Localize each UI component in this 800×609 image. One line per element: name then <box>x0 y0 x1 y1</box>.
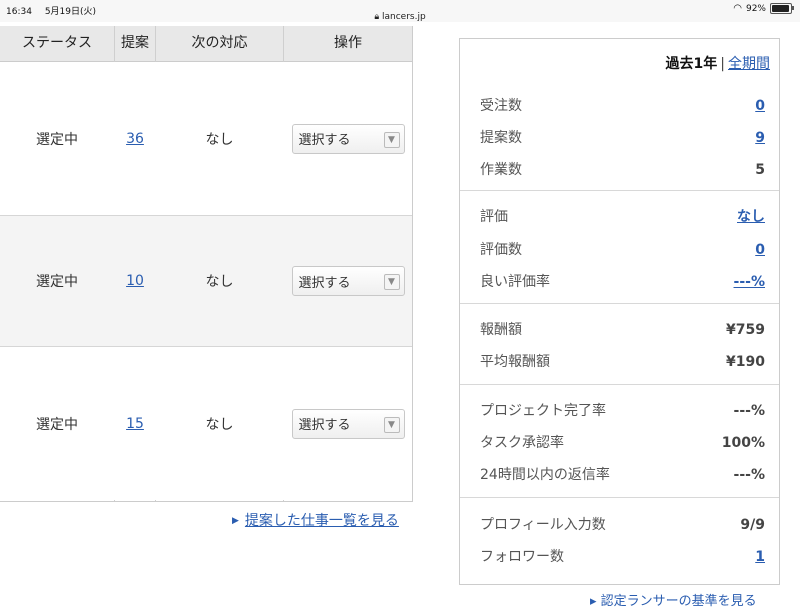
stat-value: 9/9 <box>740 517 765 533</box>
proposal-count-link[interactable]: 10 <box>126 273 144 289</box>
stat-row: 報酬額 ¥759 <box>480 320 765 340</box>
stat-label: 評価 <box>480 209 508 225</box>
triangle-right-icon: ▶ <box>232 516 239 526</box>
stat-row: 平均報酬額 ¥190 <box>480 352 765 372</box>
battery-percent: 92% <box>745 3 766 14</box>
header-operation: 操作 <box>334 35 362 51</box>
period-switcher: 過去1年 | 全期間 <box>666 53 770 73</box>
stats-group-ratings: 評価 なし 評価数 0 良い評価率 ---% <box>460 190 779 303</box>
stat-row: 作業数 5 <box>480 160 765 180</box>
stat-label: 良い評価率 <box>480 274 550 290</box>
proposal-count-link[interactable]: 36 <box>126 131 144 147</box>
header-next-action: 次の対応 <box>191 35 248 51</box>
chevron-down-icon: ▼ <box>383 416 400 433</box>
stats-group-orders: 受注数 0 提案数 9 作業数 5 <box>460 85 779 189</box>
period-all-link[interactable]: 全期間 <box>728 56 770 72</box>
stat-row: 評価 なし <box>480 207 765 227</box>
address-bar[interactable]: 🔒︎ lancers.jp <box>0 12 800 22</box>
stat-label: フォロワー数 <box>480 549 564 565</box>
stats-group-earnings: 報酬額 ¥759 平均報酬額 ¥190 <box>460 303 779 384</box>
stat-value: ---% <box>733 403 765 419</box>
period-separator: | <box>720 56 725 72</box>
next-action-cell: なし <box>205 274 234 290</box>
table-header: ステータス 提案 次の対応 操作 <box>0 26 412 62</box>
table-row: 選定中 36 なし 選択する ▼ <box>0 62 412 216</box>
stat-value-link[interactable]: 9 <box>755 128 765 148</box>
battery-fill <box>772 5 789 12</box>
status-cell: 選定中 <box>36 131 78 148</box>
table-row: 選定中 15 なし 選択する ▼ <box>0 347 412 500</box>
stats-panel: 過去1年 | 全期間 受注数 0 提案数 9 作業数 5 評価 なし 評価数 0 良… <box>459 38 780 585</box>
action-select-value: 選択する <box>298 133 351 148</box>
stat-value-link[interactable]: ---% <box>734 272 765 292</box>
stat-label: タスク承認率 <box>480 435 564 451</box>
stat-value-link[interactable]: 1 <box>755 547 765 567</box>
stat-label: プロフィール入力数 <box>480 517 606 533</box>
action-select[interactable]: 選択する ▼ <box>291 266 405 296</box>
battery-icon <box>770 3 794 14</box>
stat-row: 評価数 0 <box>480 240 765 260</box>
stat-label: 評価数 <box>480 242 522 258</box>
header-proposals: 提案 <box>121 35 149 51</box>
stat-row: 提案数 9 <box>480 128 765 148</box>
stat-label: 作業数 <box>480 162 522 178</box>
stat-label: 24時間以内の返信率 <box>480 467 610 483</box>
chevron-down-icon: ▼ <box>383 131 400 148</box>
wifi-icon: ◠ <box>733 3 742 14</box>
stat-row: プロフィール入力数 9/9 <box>480 515 765 535</box>
stat-value: 5 <box>755 162 765 178</box>
lock-icon: 🔒︎ <box>374 12 380 22</box>
period-current: 過去1年 <box>665 56 718 72</box>
stats-group-profile: プロフィール入力数 9/9 フォロワー数 1 <box>460 497 779 584</box>
header-status: ステータス <box>22 35 92 51</box>
proposals-table: ステータス 提案 次の対応 操作 選定中 36 なし 選択する ▼ 選定中 10… <box>0 26 413 502</box>
address-url: lancers.jp <box>382 12 426 22</box>
action-select-value: 選択する <box>298 275 351 291</box>
stat-value-link[interactable]: 0 <box>755 240 765 260</box>
status-cell: 選定中 <box>36 274 78 290</box>
stat-value-link[interactable]: なし <box>737 207 765 227</box>
stat-row: 24時間以内の返信率 ---% <box>480 465 765 485</box>
action-select[interactable]: 選択する ▼ <box>291 123 405 154</box>
status-cell: 選定中 <box>36 416 78 433</box>
stat-label: プロジェクト完了率 <box>480 403 606 419</box>
stat-row: タスク承認率 100% <box>480 433 765 453</box>
stat-label: 受注数 <box>480 98 522 114</box>
stat-row: プロジェクト完了率 ---% <box>480 401 765 421</box>
action-select-value: 選択する <box>298 418 351 433</box>
view-proposals-link-text: 提案した仕事一覧を見る <box>244 513 399 529</box>
stat-row: 良い評価率 ---% <box>480 272 765 292</box>
next-action-cell: なし <box>205 416 234 433</box>
stat-row: 受注数 0 <box>480 96 765 116</box>
stat-row: フォロワー数 1 <box>480 547 765 567</box>
stat-label: 平均報酬額 <box>480 354 550 370</box>
next-action-cell: なし <box>205 131 234 148</box>
table-row: 選定中 10 なし 選択する ▼ <box>0 216 412 347</box>
stat-label: 提案数 <box>480 130 522 146</box>
ios-status-bar: 16:34 5月19日(火) 🔒︎ lancers.jp ◠ 92% <box>0 0 800 22</box>
proposal-count-link[interactable]: 15 <box>126 416 144 432</box>
stat-value: ¥190 <box>726 354 765 370</box>
stat-value-link[interactable]: 0 <box>755 96 765 116</box>
stat-value: ¥759 <box>726 322 765 338</box>
stat-label: 報酬額 <box>480 322 522 338</box>
stat-value: 100% <box>721 435 765 451</box>
stats-group-rates: プロジェクト完了率 ---% タスク承認率 100% 24時間以内の返信率 --… <box>460 384 779 497</box>
action-select[interactable]: 選択する ▼ <box>291 408 405 439</box>
chevron-down-icon: ▼ <box>383 274 400 290</box>
view-proposals-link[interactable]: ▶ 提案した仕事一覧を見る <box>232 510 399 530</box>
stat-value: ---% <box>733 467 765 483</box>
